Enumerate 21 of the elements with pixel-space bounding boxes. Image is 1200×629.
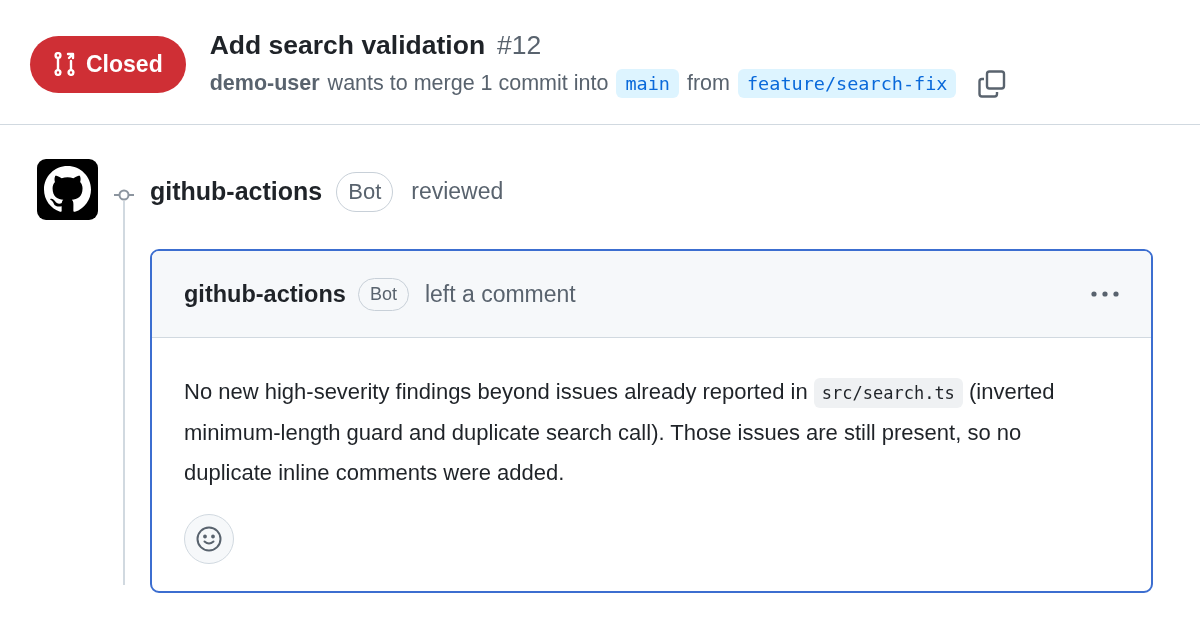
pull-request-closed-icon	[54, 52, 76, 76]
event-action-text: reviewed	[411, 178, 504, 205]
more-options-icon	[1091, 291, 1119, 297]
actor-name-link[interactable]: github-actions	[150, 177, 323, 206]
author-link[interactable]: demo-user	[209, 71, 320, 96]
add-reaction-button[interactable]	[184, 514, 234, 564]
copy-icon	[978, 69, 1007, 98]
smiley-icon	[196, 526, 222, 552]
base-branch-link[interactable]: main	[616, 69, 679, 98]
copy-branch-button[interactable]	[978, 69, 1007, 98]
comment-author-link[interactable]: github-actions	[184, 280, 346, 308]
comment-action-text: left a comment	[424, 280, 576, 308]
connector-text: from	[687, 71, 730, 96]
head-branch-link[interactable]: feature/search-fix	[738, 69, 957, 98]
cat-logo-icon	[44, 166, 91, 213]
status-badge: Closed	[30, 35, 186, 93]
timeline-node-icon	[114, 189, 134, 201]
merge-summary-text: wants to merge 1 commit into	[327, 71, 609, 96]
comment-text: No new high-severity findings beyond issues already reported in src/search.ts (inverted minimum-length guard and duplicate search call). Those issues are still present, so no duplicate inline comments were added.	[184, 377, 1056, 487]
pr-number: #12	[497, 30, 542, 61]
pr-title: Add search validation	[209, 30, 486, 61]
